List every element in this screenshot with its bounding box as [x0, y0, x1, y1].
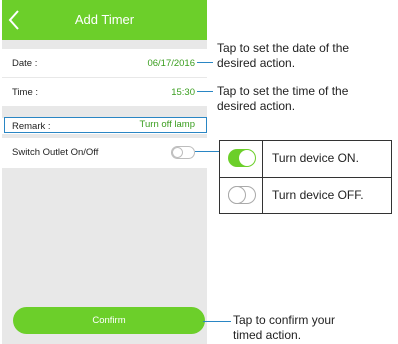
confirm-button[interactable]: Confirm [13, 307, 205, 334]
time-value[interactable]: 15:30 [171, 87, 195, 98]
date-value[interactable]: 06/17/2016 [147, 58, 195, 69]
switch-row: Switch Outlet On/Off [2, 138, 207, 168]
switch-label: Switch Outlet On/Off [12, 147, 99, 158]
phone-screen: Add Timer Date : 06/17/2016 Time : 15:30… [2, 0, 207, 344]
date-connector [197, 62, 213, 63]
toggle-off-icon [228, 186, 256, 204]
date-annotation-line2: desired action. [217, 56, 296, 70]
toggle-off-knob [228, 186, 246, 204]
remark-highlight-box [4, 117, 207, 133]
toggle-on-knob [239, 150, 255, 166]
confirm-annotation-line2: timed action. [233, 328, 302, 342]
time-annotation-line2: desired action. [217, 99, 296, 113]
time-connector [197, 91, 213, 92]
time-row[interactable]: Time : 15:30 [2, 78, 207, 106]
time-annotation: Tap to set the time of the desired actio… [217, 84, 348, 114]
page-title: Add Timer [74, 12, 135, 27]
date-row[interactable]: Date : 06/17/2016 [2, 49, 207, 77]
confirm-annotation: Tap to confirm your timed action. [233, 313, 335, 343]
switch-connector [195, 151, 219, 152]
app-header: Add Timer [2, 0, 207, 40]
toggle-knob [172, 147, 183, 158]
confirm-connector [203, 321, 231, 322]
confirm-annotation-line1: Tap to confirm your [233, 313, 336, 327]
legend-on-text: Turn device ON. [272, 151, 359, 165]
toggle-legend: Turn device ON. Turn device OFF. [219, 140, 392, 214]
time-annotation-line1: Tap to set the time of the [217, 84, 349, 98]
date-annotation-line1: Tap to set the date of the [217, 41, 350, 55]
date-label: Date : [12, 58, 38, 69]
toggle-on-icon [228, 149, 256, 167]
legend-divider-horizontal [220, 177, 391, 178]
date-annotation: Tap to set the date of the desired actio… [217, 41, 349, 71]
legend-off-text: Turn device OFF. [272, 188, 364, 202]
outlet-toggle[interactable] [171, 146, 195, 159]
time-label: Time : [12, 87, 39, 98]
